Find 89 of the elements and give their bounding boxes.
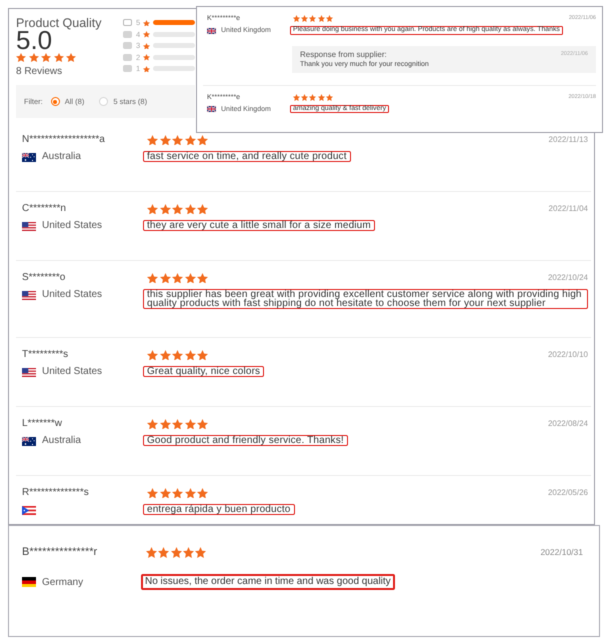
rating-score: 5.0	[16, 30, 52, 50]
review-text: fast service on time, and really cute product	[143, 151, 351, 162]
star-icon	[147, 134, 158, 146]
review-text: this supplier has been great with providing excellent customer service along with providing high quality products with fast shipping do not hesitate to choose them for your next supplier	[143, 289, 588, 309]
star-icon	[160, 272, 170, 284]
review-date: 2022/05/26	[548, 488, 588, 498]
star-icon	[172, 350, 183, 360]
star-icon	[160, 350, 170, 360]
star-icon	[172, 272, 183, 284]
star-icon	[143, 66, 150, 72]
flag-icon	[22, 368, 36, 376]
rating-bar	[153, 20, 195, 26]
review-date: 2022/10/10	[548, 350, 588, 360]
review-count: 8 Reviews	[16, 66, 64, 78]
rating-checkbox[interactable]	[123, 19, 132, 26]
star-icon	[143, 42, 150, 49]
star-icon	[160, 418, 170, 430]
star-icon	[197, 488, 208, 498]
star-icon	[170, 546, 182, 558]
star-icon	[28, 53, 38, 62]
star-icon	[197, 350, 208, 360]
review-date: 2022/11/13	[548, 135, 588, 145]
reviewer-name: B***************r	[22, 545, 98, 559]
star-icon	[195, 546, 206, 558]
star-icon	[54, 53, 64, 62]
star-icon	[184, 488, 196, 498]
flag-icon	[207, 28, 216, 34]
star-icon	[184, 134, 196, 146]
review-text: they are very cute a little small for a size medium	[143, 220, 375, 231]
reviewer-name: R**************s	[22, 486, 90, 500]
star-icon	[41, 53, 51, 62]
reviewer-name: L*******w	[22, 417, 64, 431]
star-icon	[147, 204, 158, 214]
star-icon	[172, 204, 183, 214]
star-icon	[160, 204, 170, 214]
star-icon	[172, 134, 183, 146]
star-icon	[182, 546, 194, 558]
review-date: 2022/11/04	[548, 204, 588, 214]
star-icon	[147, 418, 158, 430]
flag-icon	[22, 152, 36, 162]
star-icon	[197, 272, 208, 284]
star-icon	[16, 53, 26, 62]
country-name: United States	[42, 366, 102, 378]
star-icon	[172, 488, 183, 498]
star-icon	[143, 20, 150, 26]
star-icon	[146, 546, 157, 558]
star-icon	[197, 134, 208, 146]
star-icon	[184, 272, 196, 284]
flag-icon	[22, 436, 36, 446]
reviewer-name: T*********s	[22, 348, 70, 362]
country-name: Germany	[42, 576, 84, 588]
star-icon	[184, 204, 196, 214]
flag-icon	[22, 290, 36, 300]
star-icon	[172, 418, 183, 430]
response-title: Response from supplier:	[300, 50, 387, 60]
flag-icon	[22, 576, 36, 588]
review-text: Good product and friendly service. Thanks!	[143, 435, 348, 446]
star-icon	[197, 204, 208, 214]
summary-title: Product Quality	[16, 16, 102, 30]
radio-button[interactable]	[99, 97, 108, 106]
reviewer-name: S********o	[22, 271, 66, 285]
star-icon	[184, 418, 196, 430]
star-icon	[158, 546, 170, 558]
review-date: 2022/10/24	[548, 273, 588, 283]
star-icon	[147, 488, 158, 498]
star-icon	[66, 53, 76, 62]
star-icon	[197, 418, 208, 430]
review-date: 2022/08/24	[548, 419, 588, 429]
reviewer-name: N******************a	[22, 133, 106, 147]
flag-icon	[22, 222, 36, 230]
radio-button[interactable]	[50, 97, 60, 106]
review-text: Great quality, nice colors	[143, 366, 264, 377]
reviewer-name: C********n	[22, 202, 67, 216]
star-icon	[160, 134, 170, 146]
star-icon	[143, 54, 150, 60]
country-name: United States	[42, 289, 102, 301]
star-icon	[147, 350, 158, 360]
review-text: No issues, the order came in time and was good quality	[141, 574, 395, 590]
country-name: United States	[42, 220, 102, 232]
country-name: Australia	[42, 435, 81, 447]
flag-icon	[22, 506, 36, 514]
star-icon	[143, 31, 150, 38]
country-name: Australia	[42, 151, 81, 163]
flag-icon	[207, 106, 216, 112]
star-icon	[147, 272, 158, 284]
review-text: entrega rápida y buen producto	[143, 504, 294, 515]
review-date: 2022/10/31	[540, 546, 583, 558]
star-icon	[184, 350, 196, 360]
star-icon	[160, 488, 170, 498]
